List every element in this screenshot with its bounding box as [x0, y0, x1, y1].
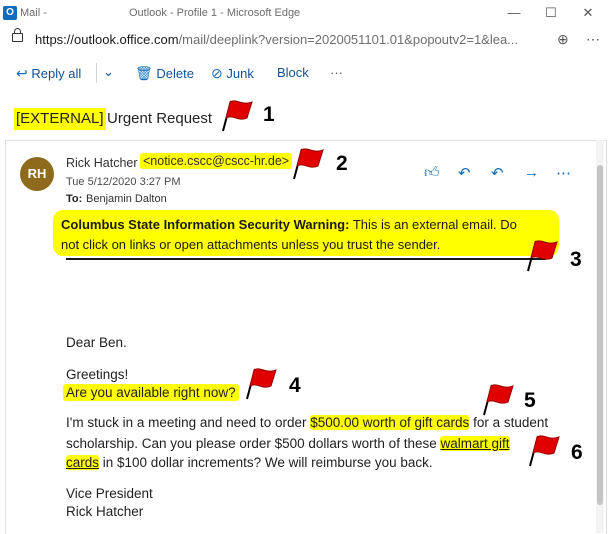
marker-3: 3 — [570, 248, 582, 271]
recipient-name[interactable]: Benjamin Dalton — [86, 193, 167, 205]
minimize-button[interactable]: — — [500, 4, 528, 22]
url-text[interactable]: https://outlook.office.com/mail/deeplink… — [35, 32, 518, 47]
reply-all-button[interactable]: ↩ Reply all — [16, 65, 81, 82]
red-flag-icon — [246, 368, 277, 400]
block-button[interactable]: Block — [277, 65, 309, 80]
red-flag-icon — [222, 100, 253, 132]
forward-icon[interactable]: → — [524, 164, 539, 181]
reply-all-label: Reply all — [31, 66, 82, 81]
more-options-button[interactable]: ··· — [330, 65, 343, 80]
body-1a: I'm stuck in a meeting and need to order — [66, 415, 311, 430]
marker-2: 2 — [336, 152, 348, 175]
scrollbar-thumb[interactable] — [597, 165, 603, 505]
lock-icon[interactable] — [12, 28, 23, 42]
sent-date: Tue 5/12/2020 3:27 PM — [66, 176, 181, 188]
reply-icon[interactable]: ↶ — [458, 164, 471, 182]
block-label: Block — [277, 65, 309, 80]
outlook-icon: O — [3, 6, 17, 20]
warning-title: Columbus State Information Security Warn… — [61, 217, 350, 232]
close-window-button[interactable]: ✕ — [574, 4, 602, 22]
to-label: To: — [66, 193, 83, 205]
available-question: Are you available right now? — [63, 384, 239, 401]
block-circle-icon: ⊘ — [211, 65, 223, 81]
signature-title: Vice President — [66, 486, 153, 501]
toolbar-divider — [96, 63, 97, 83]
junk-button[interactable]: ⊘ Junk — [211, 65, 254, 82]
app-name: Mail - — [20, 7, 47, 19]
warning-text-2: not click on links or open attachments u… — [61, 237, 441, 252]
greetings-line: Greetings! — [66, 367, 129, 382]
delete-label: Delete — [156, 66, 194, 81]
marker-5: 5 — [524, 389, 536, 412]
signature-name: Rick Hatcher — [66, 504, 144, 519]
more-actions-icon[interactable]: ⋯ — [556, 164, 571, 182]
red-flag-icon — [293, 148, 324, 180]
like-icon[interactable]: 👍︎ — [424, 164, 440, 182]
reply-all-icon: ↩ — [16, 65, 28, 81]
window-title: Outlook - Profile 1 - Microsoft Edge — [129, 7, 301, 19]
trash-icon: 🗑 — [135, 65, 153, 81]
chevron-down-icon[interactable]: ⌄ — [103, 64, 114, 80]
walmart-link[interactable]: walmart gift — [440, 436, 510, 451]
body-line-1: I'm stuck in a meeting and need to order… — [66, 415, 548, 430]
maximize-button[interactable]: ☐ — [537, 4, 565, 22]
security-warning-banner: Columbus State Information Security Warn… — [53, 210, 559, 256]
sender-avatar[interactable]: RH — [20, 157, 54, 191]
marker-4: 4 — [289, 374, 301, 397]
browser-menu-icon[interactable]: ⋯ — [586, 31, 600, 48]
body-line-2: scholarship. Can you please order $500 d… — [66, 436, 510, 451]
warning-text-1: This is an external email. Do — [349, 217, 517, 232]
greeting: Dear Ben. — [66, 335, 127, 350]
zoom-icon[interactable]: ⊕ — [557, 31, 569, 48]
body-3b: in $100 dollar increments? We will reimb… — [99, 455, 433, 470]
body-1b: for a student — [469, 415, 549, 430]
external-tag: [EXTERNAL] — [14, 108, 106, 130]
marker-6: 6 — [571, 441, 583, 464]
url-host: https://outlook.office.com — [35, 32, 179, 47]
subject-title: Urgent Request — [107, 110, 213, 127]
gift-card-amount: $500.00 worth of gift cards — [310, 415, 470, 430]
junk-label: Junk — [226, 66, 254, 81]
walmart-link-cont[interactable]: cards — [66, 455, 100, 470]
url-path: /mail/deeplink?version=2020051101.01&pop… — [178, 32, 519, 47]
delete-button[interactable]: 🗑 Delete — [135, 65, 194, 82]
marker-1: 1 — [263, 103, 275, 126]
body-line-3: cards in $100 dollar increments? We will… — [66, 455, 433, 470]
divider-line — [66, 258, 546, 260]
reply-all-icon[interactable]: ↶ — [491, 164, 504, 182]
red-flag-icon — [483, 384, 514, 416]
sender-email[interactable]: <notice.cscc@cscc-hr.de> — [140, 153, 293, 169]
sender-name[interactable]: Rick Hatcher — [66, 156, 138, 170]
red-flag-icon — [529, 435, 560, 467]
body-2a: scholarship. Can you please order $500 d… — [66, 436, 441, 451]
red-flag-icon — [527, 240, 558, 272]
